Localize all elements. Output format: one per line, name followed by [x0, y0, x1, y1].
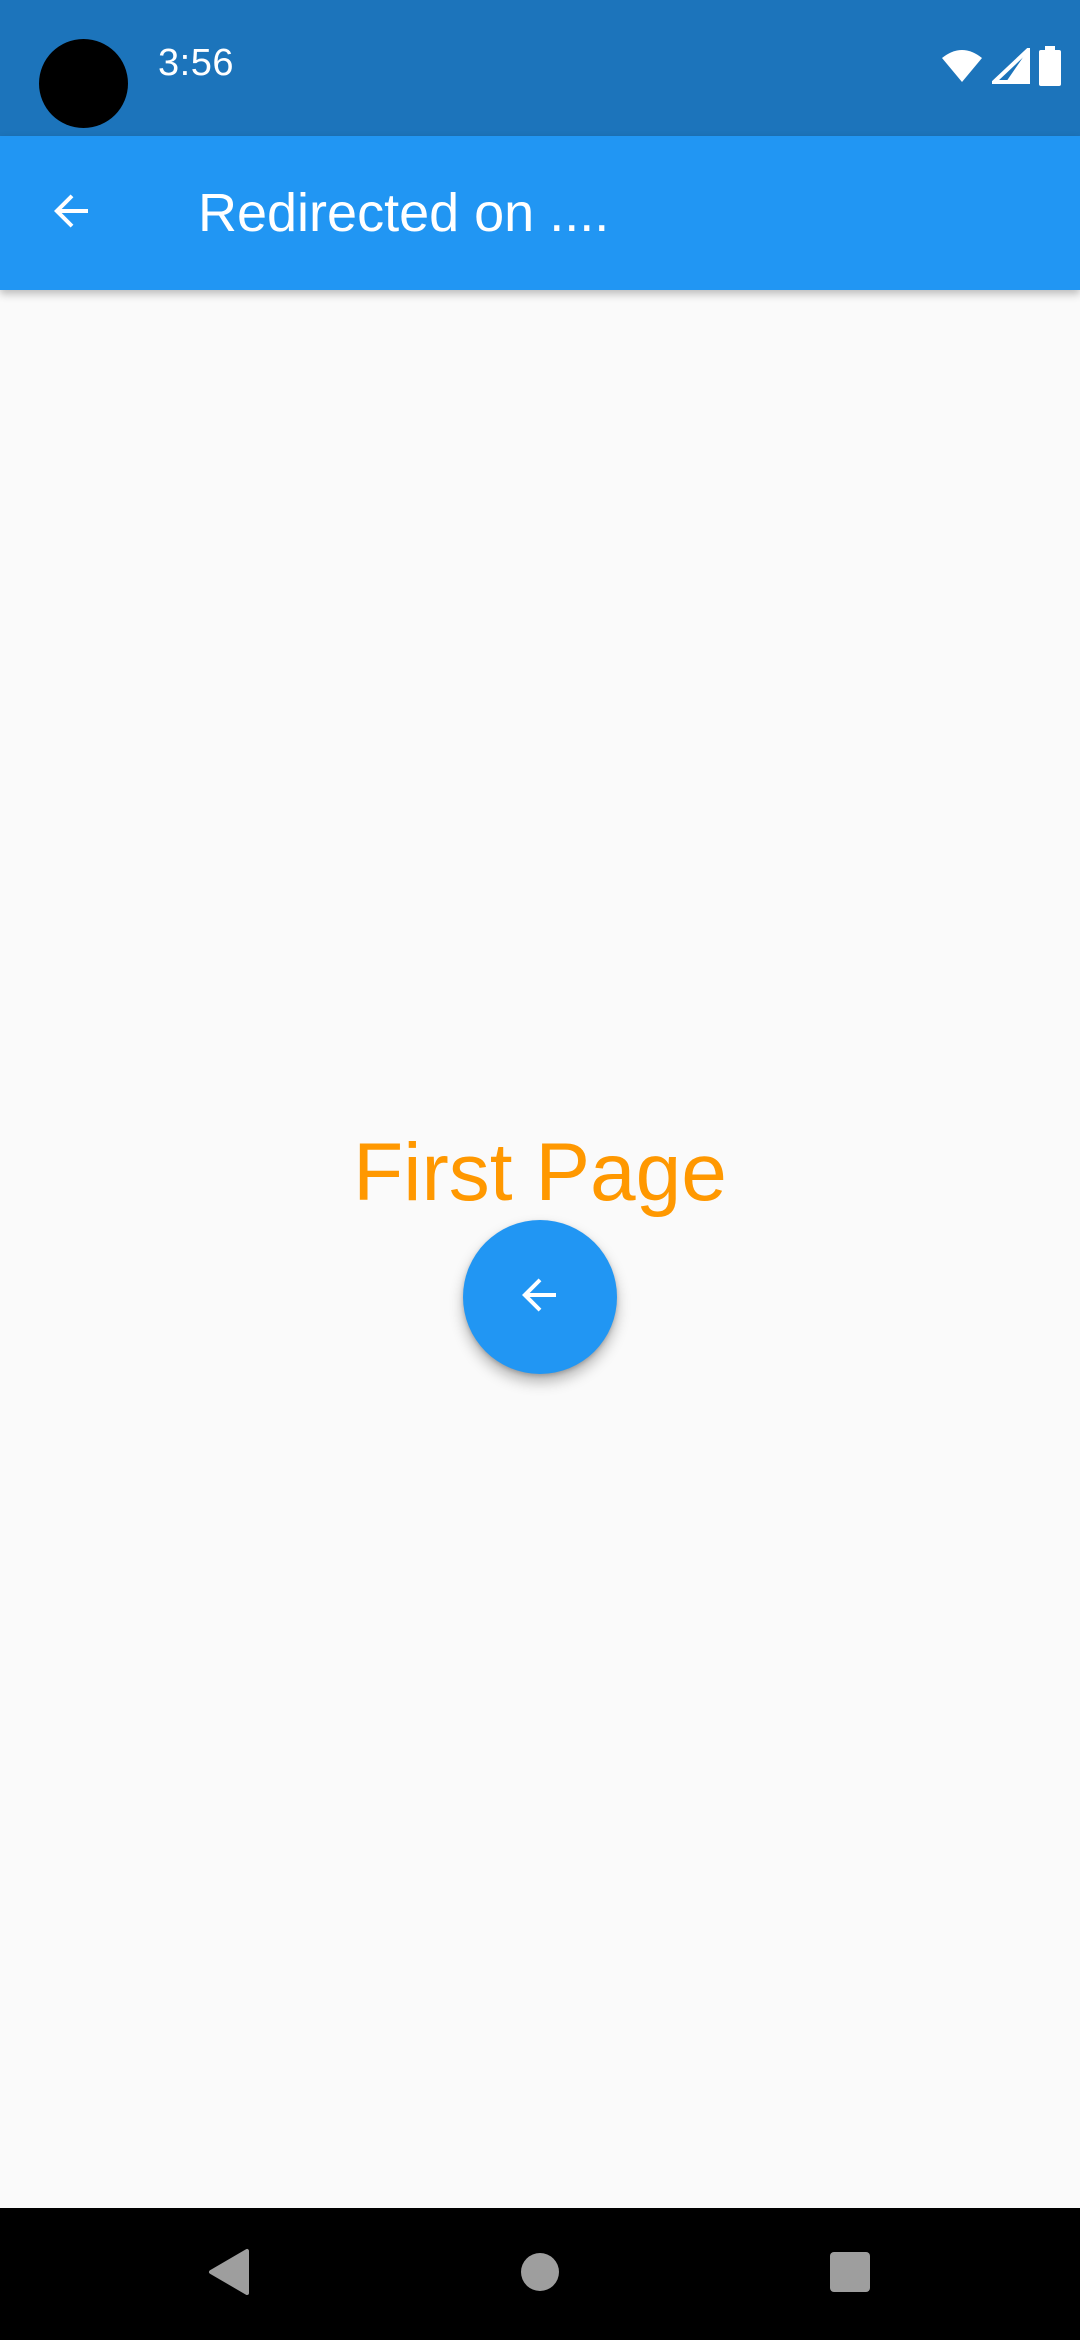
arrow-back-icon: [516, 1271, 564, 1324]
nav-back-button[interactable]: [188, 2234, 268, 2314]
nav-home-button[interactable]: [500, 2234, 580, 2314]
signal-icon: [992, 48, 1030, 84]
status-bar: 3:56: [0, 0, 1080, 136]
back-fab-button[interactable]: [463, 1220, 617, 1374]
app-bar-title: Redirected on ....: [198, 183, 610, 243]
system-nav-bar: [0, 2208, 1080, 2340]
nav-recents-icon: [829, 2251, 871, 2298]
page-label: First Page: [353, 1127, 727, 1218]
nav-back-icon: [205, 2247, 251, 2302]
nav-recents-button[interactable]: [810, 2234, 890, 2314]
status-icons: [940, 46, 1062, 86]
battery-icon: [1038, 46, 1062, 86]
camera-cutout: [39, 39, 128, 128]
nav-home-icon: [519, 2251, 561, 2298]
screen: 3:56 Redirected on .... First Page: [0, 0, 1080, 2340]
status-time: 3:56: [158, 42, 234, 84]
app-bar-back-button[interactable]: [36, 177, 108, 249]
main-content: First Page: [0, 290, 1080, 2208]
app-bar: Redirected on ....: [0, 136, 1080, 290]
wifi-icon: [940, 48, 984, 84]
arrow-back-icon: [48, 187, 96, 240]
